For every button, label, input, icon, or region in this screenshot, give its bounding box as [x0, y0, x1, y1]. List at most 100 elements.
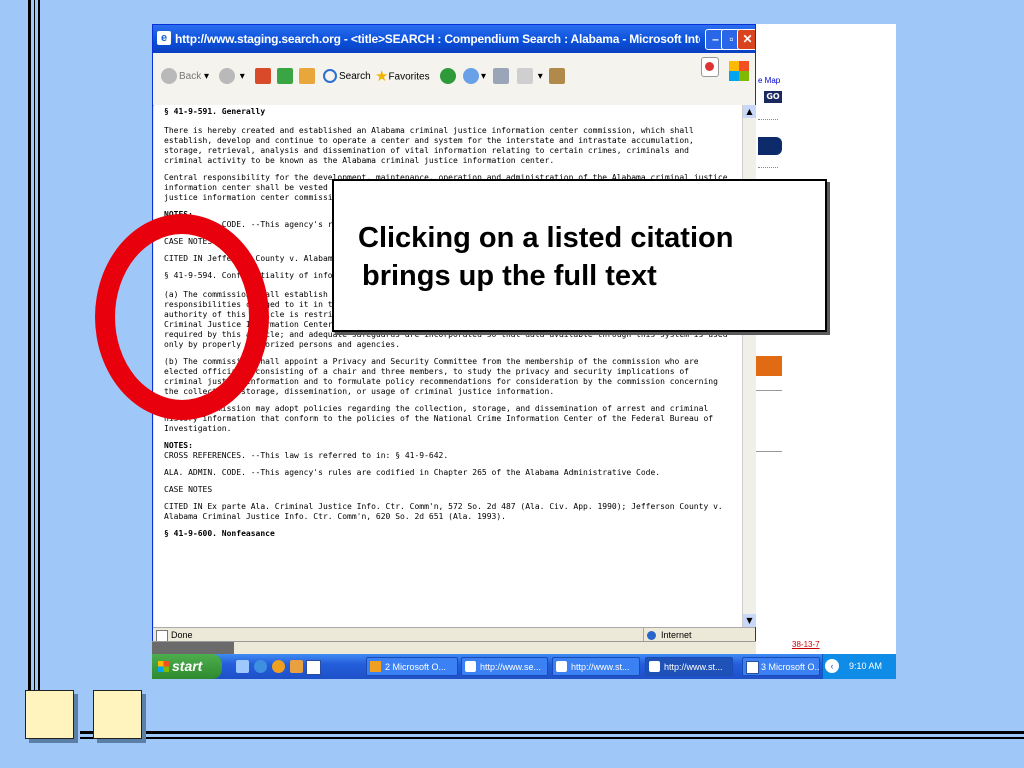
case-notes-label: CASE NOTES: [164, 485, 213, 494]
internet-zone-label: Internet: [661, 630, 692, 640]
clock[interactable]: 9:10 AM: [849, 654, 882, 679]
taskbar-item-word[interactable]: 3 Microsoft O...: [742, 657, 820, 676]
scroll-down-arrow-icon[interactable]: ▼: [743, 614, 756, 627]
ie-quicklaunch-icon[interactable]: [254, 660, 267, 673]
forward-arrow-icon: [219, 68, 235, 85]
slide-decoration-square-left: [25, 690, 74, 739]
star-icon: ★: [375, 68, 389, 85]
slide-vertical-rule-3: [38, 0, 40, 738]
notes-admin-code: ALA. ADMIN. CODE. --This agency's rules …: [164, 468, 661, 477]
cited-in-text: CITED IN Ex parte Ala. Criminal Justice …: [164, 502, 723, 521]
notes-label: NOTES:: [164, 441, 193, 450]
windows-taskbar: start 2 Microsoft O... http://www.se... …: [152, 654, 896, 679]
pdf-icon[interactable]: [701, 57, 719, 77]
favorites-label: Favorites: [388, 71, 430, 83]
research-icon: [549, 68, 565, 85]
taskbar-item-browser-1[interactable]: http://www.se...: [461, 657, 548, 676]
desktop-icon[interactable]: [236, 660, 249, 673]
start-label: start: [172, 658, 203, 674]
ie-titlebar[interactable]: e http://www.staging.search.org - <title…: [153, 25, 755, 53]
refresh-button[interactable]: [277, 67, 295, 87]
callout-line-1: Clicking on a listed citation: [358, 222, 734, 254]
start-button[interactable]: start: [152, 654, 222, 679]
taskbar-item-browser-2[interactable]: http://www.st...: [552, 657, 640, 676]
search-button[interactable]: Search: [323, 67, 371, 87]
slide-horizontal-rule-1: [80, 731, 1024, 734]
powerpoint-icon: [370, 661, 381, 672]
word-icon[interactable]: [306, 660, 321, 675]
home-button[interactable]: [299, 67, 317, 87]
dotted-divider: [758, 167, 778, 168]
favorites-button[interactable]: ★Favorites: [375, 67, 430, 87]
nav-bar-dark: [758, 137, 782, 155]
background-strip-shade: [152, 642, 234, 654]
stop-button[interactable]: [255, 67, 273, 87]
refresh-icon: [277, 68, 293, 85]
edit-button[interactable]: ▾: [517, 67, 543, 87]
highlight-circle: [95, 214, 269, 420]
slide-horizontal-rule-2: [80, 737, 1024, 739]
edit-icon: [517, 68, 533, 85]
window-title: http://www.staging.search.org - <title>S…: [175, 32, 700, 46]
ie-logo-icon: [649, 661, 660, 672]
pdf-badge: [705, 62, 714, 71]
callout-line-2: brings up the full text: [362, 260, 657, 292]
status-bar: Done Internet: [153, 627, 755, 642]
site-map-link[interactable]: e Map: [758, 76, 780, 85]
forward-button[interactable]: ▾: [219, 67, 245, 87]
paragraph-c: (c) The commission may adopt policies re…: [164, 404, 714, 433]
back-arrow-icon: [161, 68, 177, 85]
paragraph-generally: There is hereby created and established …: [164, 126, 694, 165]
system-tray: ‹ 9:10 AM: [822, 654, 896, 679]
section-heading-591: § 41-9-591. Generally: [164, 107, 266, 116]
history-icon: [440, 68, 456, 85]
go-button[interactable]: GO: [764, 91, 782, 103]
windows-flag-icon: [729, 61, 749, 81]
taskbar-item-label: http://www.st...: [664, 662, 723, 672]
tray-collapse-icon[interactable]: ‹: [825, 659, 839, 673]
print-icon: [493, 68, 509, 85]
internet-zone-icon: [647, 631, 656, 640]
status-text: Done: [171, 630, 193, 640]
status-divider: [643, 628, 644, 642]
stop-icon: [255, 68, 271, 85]
powerpoint-icon[interactable]: [290, 660, 303, 673]
quick-launch: [232, 659, 321, 675]
scroll-up-arrow-icon[interactable]: ▲: [743, 105, 756, 118]
word-icon: [746, 661, 759, 674]
slide-decoration-square-right: [93, 690, 142, 739]
history-button[interactable]: [440, 67, 458, 87]
section-heading-600[interactable]: § 41-9-600. Nonfeasance: [164, 529, 732, 539]
cross-references[interactable]: CROSS REFERENCES. --This law is referred…: [164, 451, 732, 461]
ie-logo-icon: [556, 661, 567, 672]
taskbar-item-powerpoint[interactable]: 2 Microsoft O...: [366, 657, 458, 676]
search-label: Search: [339, 71, 371, 82]
taskbar-item-label: http://www.se...: [480, 662, 542, 672]
windows-flag-icon: [158, 661, 169, 672]
ie-logo-icon: [465, 661, 476, 672]
back-label: Back: [179, 71, 202, 82]
back-button[interactable]: Back ▾: [161, 67, 209, 87]
print-button[interactable]: [493, 67, 511, 87]
mail-icon: [463, 68, 479, 85]
background-status-strip: [152, 641, 756, 655]
home-icon: [299, 68, 315, 85]
taskbar-item-label: 3 Microsoft O...: [761, 662, 820, 672]
taskbar-item-label: http://www.st...: [571, 662, 630, 672]
orange-header-bar: [756, 356, 782, 376]
close-button[interactable]: ✕: [737, 29, 755, 50]
callout-text: Clicking on a listed citation brings up …: [358, 219, 733, 295]
callout-box: Clicking on a listed citation brings up …: [332, 179, 827, 332]
ie-toolbar: Back ▾ ▾ Search ★Favorites ▾ ▾: [153, 53, 755, 106]
media-player-icon[interactable]: [272, 660, 285, 673]
taskbar-item-browser-3-active[interactable]: http://www.st...: [645, 657, 733, 676]
research-button[interactable]: [549, 67, 567, 87]
search-icon: [323, 69, 337, 84]
dotted-divider: [758, 119, 778, 120]
panel-border: [756, 390, 782, 452]
slide-vertical-rule-1: [28, 0, 31, 738]
slide-vertical-rule-2: [34, 0, 35, 738]
mail-button[interactable]: ▾: [463, 67, 486, 87]
ie-logo-icon: e: [157, 31, 171, 45]
citation-link[interactable]: 38-13-7: [792, 640, 820, 649]
